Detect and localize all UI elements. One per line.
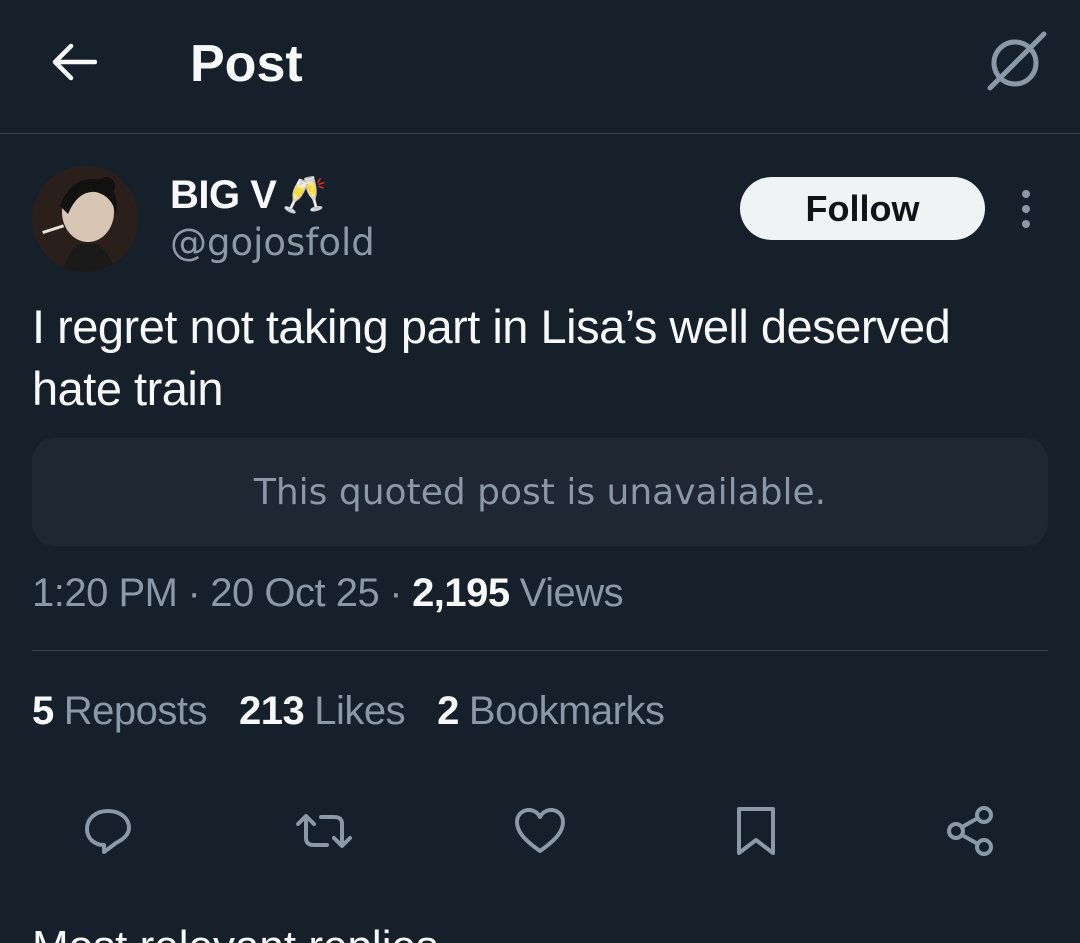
bookmarks-stat[interactable]: 2 Bookmarks bbox=[437, 688, 665, 734]
meta-separator: · bbox=[389, 570, 403, 615]
avatar-image bbox=[32, 166, 138, 272]
share-icon bbox=[947, 806, 993, 856]
page-title: Post bbox=[190, 35, 303, 93]
avatar[interactable] bbox=[32, 166, 138, 272]
bookmarks-count: 2 bbox=[437, 688, 459, 733]
divider bbox=[32, 650, 1048, 651]
post-date[interactable]: 20 Oct 25 bbox=[210, 571, 379, 616]
views-count: 2,195 bbox=[412, 570, 510, 615]
share-button[interactable] bbox=[940, 801, 1000, 861]
more-options-button[interactable] bbox=[1006, 186, 1046, 232]
reposts-stat[interactable]: 5 Reposts bbox=[32, 688, 208, 734]
grok-button[interactable] bbox=[982, 30, 1052, 92]
top-bar: Post bbox=[0, 0, 1080, 134]
reposts-count: 5 bbox=[32, 688, 54, 733]
reposts-label: Reposts bbox=[63, 688, 208, 733]
bookmark-icon bbox=[737, 807, 775, 855]
reply-icon bbox=[85, 809, 131, 854]
repost-icon bbox=[296, 814, 352, 848]
post-time[interactable]: 1:20 PM bbox=[32, 571, 178, 616]
follow-button[interactable]: Follow bbox=[740, 177, 985, 240]
bookmark-button[interactable] bbox=[726, 801, 786, 861]
user-handle[interactable]: @gojosfold bbox=[170, 220, 375, 266]
repost-button[interactable] bbox=[294, 801, 354, 861]
display-name-row[interactable]: BIG V 🥂 bbox=[170, 170, 327, 220]
post-meta: 1:20 PM · 20 Oct 25 · 2,195 Views bbox=[32, 568, 624, 618]
meta-separator: · bbox=[187, 570, 201, 615]
tweet-text: I regret not taking part in Lisa’s well … bbox=[32, 300, 951, 415]
reply-button[interactable] bbox=[78, 801, 138, 861]
replies-sort-label[interactable]: Most relevant replies bbox=[32, 922, 438, 943]
more-vertical-icon bbox=[1022, 190, 1030, 228]
engagement-stats: 5 Reposts 213 Likes 2 Bookmarks bbox=[32, 686, 696, 736]
back-button[interactable] bbox=[48, 36, 100, 88]
display-name: BIG V bbox=[170, 172, 277, 217]
post-detail-page: Post BIG V 🥂 @gojosfold Follow I regret … bbox=[0, 0, 1080, 943]
likes-stat[interactable]: 213 Likes bbox=[239, 688, 406, 734]
likes-count: 213 bbox=[239, 688, 305, 733]
grok-icon bbox=[987, 31, 1047, 91]
quoted-post-unavailable: This quoted post is unavailable. bbox=[32, 438, 1048, 546]
action-bar bbox=[0, 796, 1080, 866]
likes-label: Likes bbox=[314, 688, 406, 733]
views-label: Views bbox=[519, 570, 624, 615]
like-button[interactable] bbox=[510, 801, 570, 861]
champagne-emoji-icon: 🥂 bbox=[282, 174, 328, 215]
bookmarks-label: Bookmarks bbox=[468, 688, 665, 733]
like-icon bbox=[515, 808, 565, 853]
back-arrow-icon bbox=[52, 43, 97, 81]
quote-unavailable-text: This quoted post is unavailable. bbox=[253, 471, 827, 513]
